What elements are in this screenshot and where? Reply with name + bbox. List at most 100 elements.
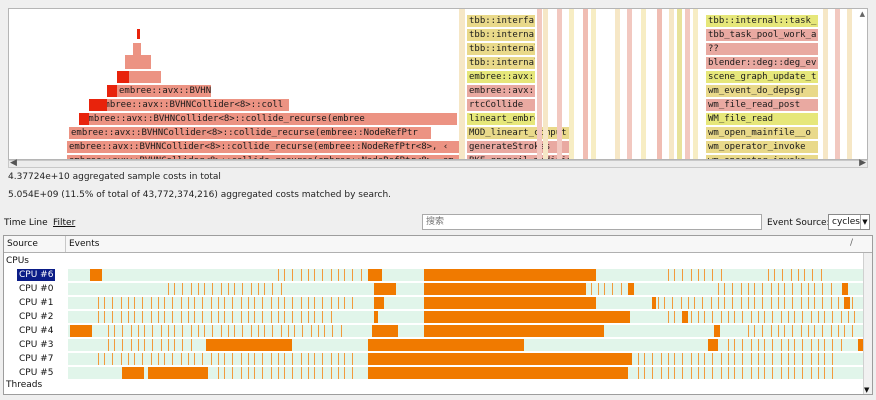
flame-frame[interactable]: embree::avx::BV xyxy=(467,71,535,83)
event-lane[interactable] xyxy=(68,283,864,295)
events-column-header[interactable]: Events xyxy=(66,236,856,252)
filter-tab[interactable]: Filter xyxy=(53,218,75,228)
threads-group-row[interactable]: Threads xyxy=(4,378,872,392)
scroll-right-icon[interactable]: ▶ xyxy=(859,158,866,168)
cpu-label[interactable]: CPU #2 xyxy=(17,311,55,323)
event-block[interactable] xyxy=(424,311,630,323)
event-block[interactable] xyxy=(592,269,596,281)
event-lane[interactable] xyxy=(68,353,864,365)
event-lane[interactable] xyxy=(68,325,864,337)
table-row[interactable]: CPU #7 xyxy=(4,352,872,366)
flame-frame[interactable]: lineart_embree_ xyxy=(467,113,535,125)
flame-frame[interactable]: embree::avx::BV xyxy=(467,85,535,97)
event-lane[interactable] xyxy=(68,339,864,351)
event-lane[interactable] xyxy=(68,297,864,309)
flame-frame[interactable]: embree::avx::BVHNCollider<8>::collide_re… xyxy=(67,141,461,153)
event-block[interactable] xyxy=(842,283,848,295)
flame-frame[interactable]: wm_file_read_post xyxy=(706,99,818,111)
event-block[interactable] xyxy=(708,339,718,351)
flame-column xyxy=(685,9,690,159)
event-block[interactable] xyxy=(424,297,596,309)
flame-horizontal-scrollbar[interactable]: ◀ ▶ xyxy=(8,158,868,168)
flame-frame[interactable]: rtcCollide xyxy=(467,99,535,111)
scroll-down-icon[interactable]: ▼ xyxy=(864,386,869,394)
flame-frame[interactable]: blender::deg::deg_ev xyxy=(706,57,818,69)
table-row[interactable]: CPU #4 xyxy=(4,324,872,338)
event-block[interactable] xyxy=(714,325,720,337)
flame-frame[interactable]: tbb::internal:: xyxy=(467,43,535,55)
table-vertical-scrollbar[interactable]: ▼ xyxy=(863,253,872,394)
cpu-label[interactable]: CPU #0 xyxy=(17,283,55,295)
flame-frame[interactable]: embree::avx::BVHNCollider<8>::collide_re… xyxy=(69,127,431,139)
event-tick xyxy=(172,311,173,323)
event-tick xyxy=(682,269,683,281)
event-block[interactable] xyxy=(652,297,656,309)
flame-frame[interactable]: wm_event_do_depsgr xyxy=(706,85,818,97)
flame-frame[interactable]: embree::avx::BVHN xyxy=(117,85,211,97)
table-row[interactable]: CPU #6 xyxy=(4,268,872,282)
cpu-label[interactable]: CPU #7 xyxy=(17,353,55,365)
event-tick xyxy=(352,269,353,281)
flame-frame[interactable]: tbb::internal::task_ xyxy=(706,15,818,27)
event-tick xyxy=(774,269,775,281)
flame-frame[interactable]: wm_operator_invoke xyxy=(706,141,818,153)
flame-frame[interactable]: ?? xyxy=(706,43,818,55)
event-block[interactable] xyxy=(206,339,292,351)
event-block[interactable] xyxy=(424,283,586,295)
resize-handle-icon[interactable]: / xyxy=(850,238,853,248)
event-block[interactable] xyxy=(368,353,632,365)
cpu-label[interactable]: CPU #4 xyxy=(17,325,55,337)
cpu-label[interactable]: CPU #6 xyxy=(17,269,56,281)
event-lane[interactable] xyxy=(68,269,864,281)
flame-frame[interactable]: wm_open_mainfile__o xyxy=(706,127,818,139)
flame-graph[interactable]: tbb::interfatbb::internatbb::internal::t… xyxy=(8,8,868,160)
event-block[interactable] xyxy=(70,325,92,337)
event-tick xyxy=(142,353,143,365)
table-row[interactable]: CPU #3 xyxy=(4,338,872,352)
table-row[interactable]: CPU #0 xyxy=(4,282,872,296)
flame-frame[interactable]: tbb_task_pool_work_a xyxy=(706,29,818,41)
event-tick xyxy=(182,283,183,295)
table-row[interactable]: CPU #1 xyxy=(4,296,872,310)
event-tick xyxy=(221,283,222,295)
table-row[interactable]: CPU #2 xyxy=(4,310,872,324)
event-block[interactable] xyxy=(844,297,850,309)
event-block[interactable] xyxy=(372,325,398,337)
scroll-up-icon[interactable]: ▲ xyxy=(860,10,865,18)
cpus-group-row[interactable]: CPUs xyxy=(4,254,872,268)
event-tick xyxy=(258,283,259,295)
flame-frame[interactable]: tbb::internal:: xyxy=(467,57,535,69)
flame-frame[interactable]: scene_graph_update_t xyxy=(706,71,818,83)
cpu-label[interactable]: CPU #1 xyxy=(17,297,55,309)
event-block[interactable] xyxy=(628,283,634,295)
event-lane[interactable] xyxy=(68,311,864,323)
event-tick xyxy=(138,325,139,337)
event-tick xyxy=(792,283,793,295)
flame-frame[interactable]: embree::avx::BVHNCollider<8>::collide_re… xyxy=(81,113,457,125)
flame-frame[interactable]: embree::avx::BVHNCollider<8>::coll xyxy=(97,99,289,111)
chevron-down-icon[interactable]: ▼ xyxy=(860,215,869,229)
event-block[interactable] xyxy=(368,269,382,281)
cpu-label[interactable]: CPU #3 xyxy=(17,339,55,351)
search-input[interactable] xyxy=(422,214,762,230)
event-tick xyxy=(754,283,755,295)
event-tick xyxy=(751,339,752,351)
source-column-header[interactable]: Source xyxy=(4,236,66,252)
event-block[interactable] xyxy=(374,311,378,323)
flame-frame[interactable]: tbb::interna xyxy=(467,29,535,41)
event-block[interactable] xyxy=(424,325,604,337)
event-block[interactable] xyxy=(424,269,594,281)
event-tick xyxy=(151,297,152,309)
event-source-select[interactable]: cycles ▼ xyxy=(828,214,870,230)
event-block[interactable] xyxy=(90,269,102,281)
event-block[interactable] xyxy=(682,311,688,323)
flame-frame[interactable]: tbb::interfa xyxy=(467,15,535,27)
timeline-tab[interactable]: Time Line xyxy=(4,218,48,228)
event-block[interactable] xyxy=(374,283,396,295)
event-block[interactable] xyxy=(368,339,426,351)
event-block[interactable] xyxy=(374,297,384,309)
event-block[interactable] xyxy=(424,339,524,351)
event-tick xyxy=(754,325,755,337)
scroll-left-icon[interactable]: ◀ xyxy=(10,158,17,168)
flame-frame[interactable]: WM_file_read xyxy=(706,113,818,125)
